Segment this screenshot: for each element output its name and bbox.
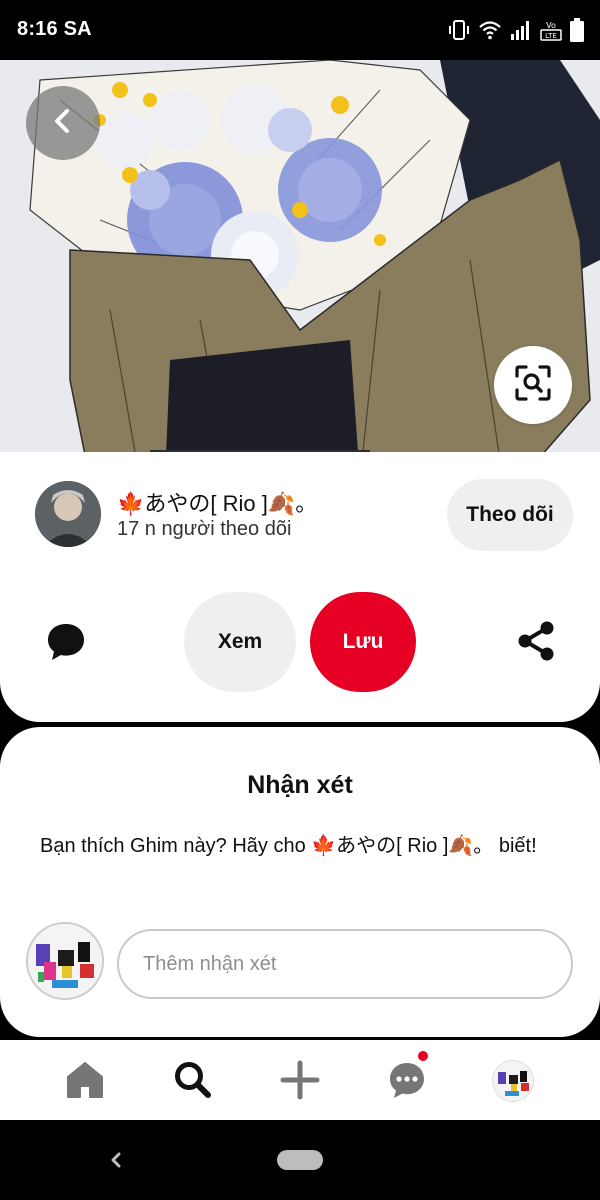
signal-icon [510, 19, 532, 41]
current-user-avatar [26, 922, 104, 1000]
vibrate-icon [448, 19, 470, 41]
back-button[interactable] [26, 86, 100, 160]
messages-icon[interactable] [385, 1058, 429, 1102]
follow-button[interactable]: Theo dõi [447, 479, 573, 551]
battery-icon [570, 18, 584, 42]
wifi-icon [478, 19, 502, 41]
status-bar: 8:16 SA LTE Vo [0, 0, 600, 60]
volte-icon: LTE Vo [540, 19, 562, 41]
visual-search-button[interactable] [494, 346, 572, 424]
search-icon[interactable] [171, 1058, 215, 1102]
save-button[interactable]: Lưu [310, 592, 416, 692]
creator-name[interactable]: 🍁あやの[ Rio ]🍂。 [117, 486, 317, 518]
comment-icon[interactable] [44, 620, 88, 664]
profile-avatar[interactable] [492, 1060, 534, 1102]
share-icon[interactable] [514, 619, 558, 663]
visual-search-icon [514, 364, 552, 407]
view-button[interactable]: Xem [184, 592, 296, 692]
pin-image[interactable] [0, 60, 600, 480]
comments-title: Nhận xét [247, 771, 353, 799]
status-icons: LTE Vo [448, 14, 584, 46]
follower-count: 17 n người theo dõi [117, 518, 292, 540]
system-back-icon[interactable] [104, 1148, 128, 1172]
svg-text:LTE: LTE [545, 32, 557, 40]
comments-prompt: Bạn thích Ghim này? Hãy cho 🍁あやの[ Rio ]🍂… [40, 835, 537, 857]
system-home-pill[interactable] [277, 1150, 323, 1170]
add-icon[interactable] [278, 1058, 322, 1102]
home-icon[interactable] [63, 1058, 107, 1102]
notification-dot [418, 1051, 428, 1061]
svg-text:Vo: Vo [546, 21, 556, 30]
creator-avatar[interactable] [35, 481, 101, 547]
comment-input[interactable] [117, 929, 573, 999]
status-time: 8:16 SA [17, 18, 92, 40]
back-icon [48, 106, 78, 141]
